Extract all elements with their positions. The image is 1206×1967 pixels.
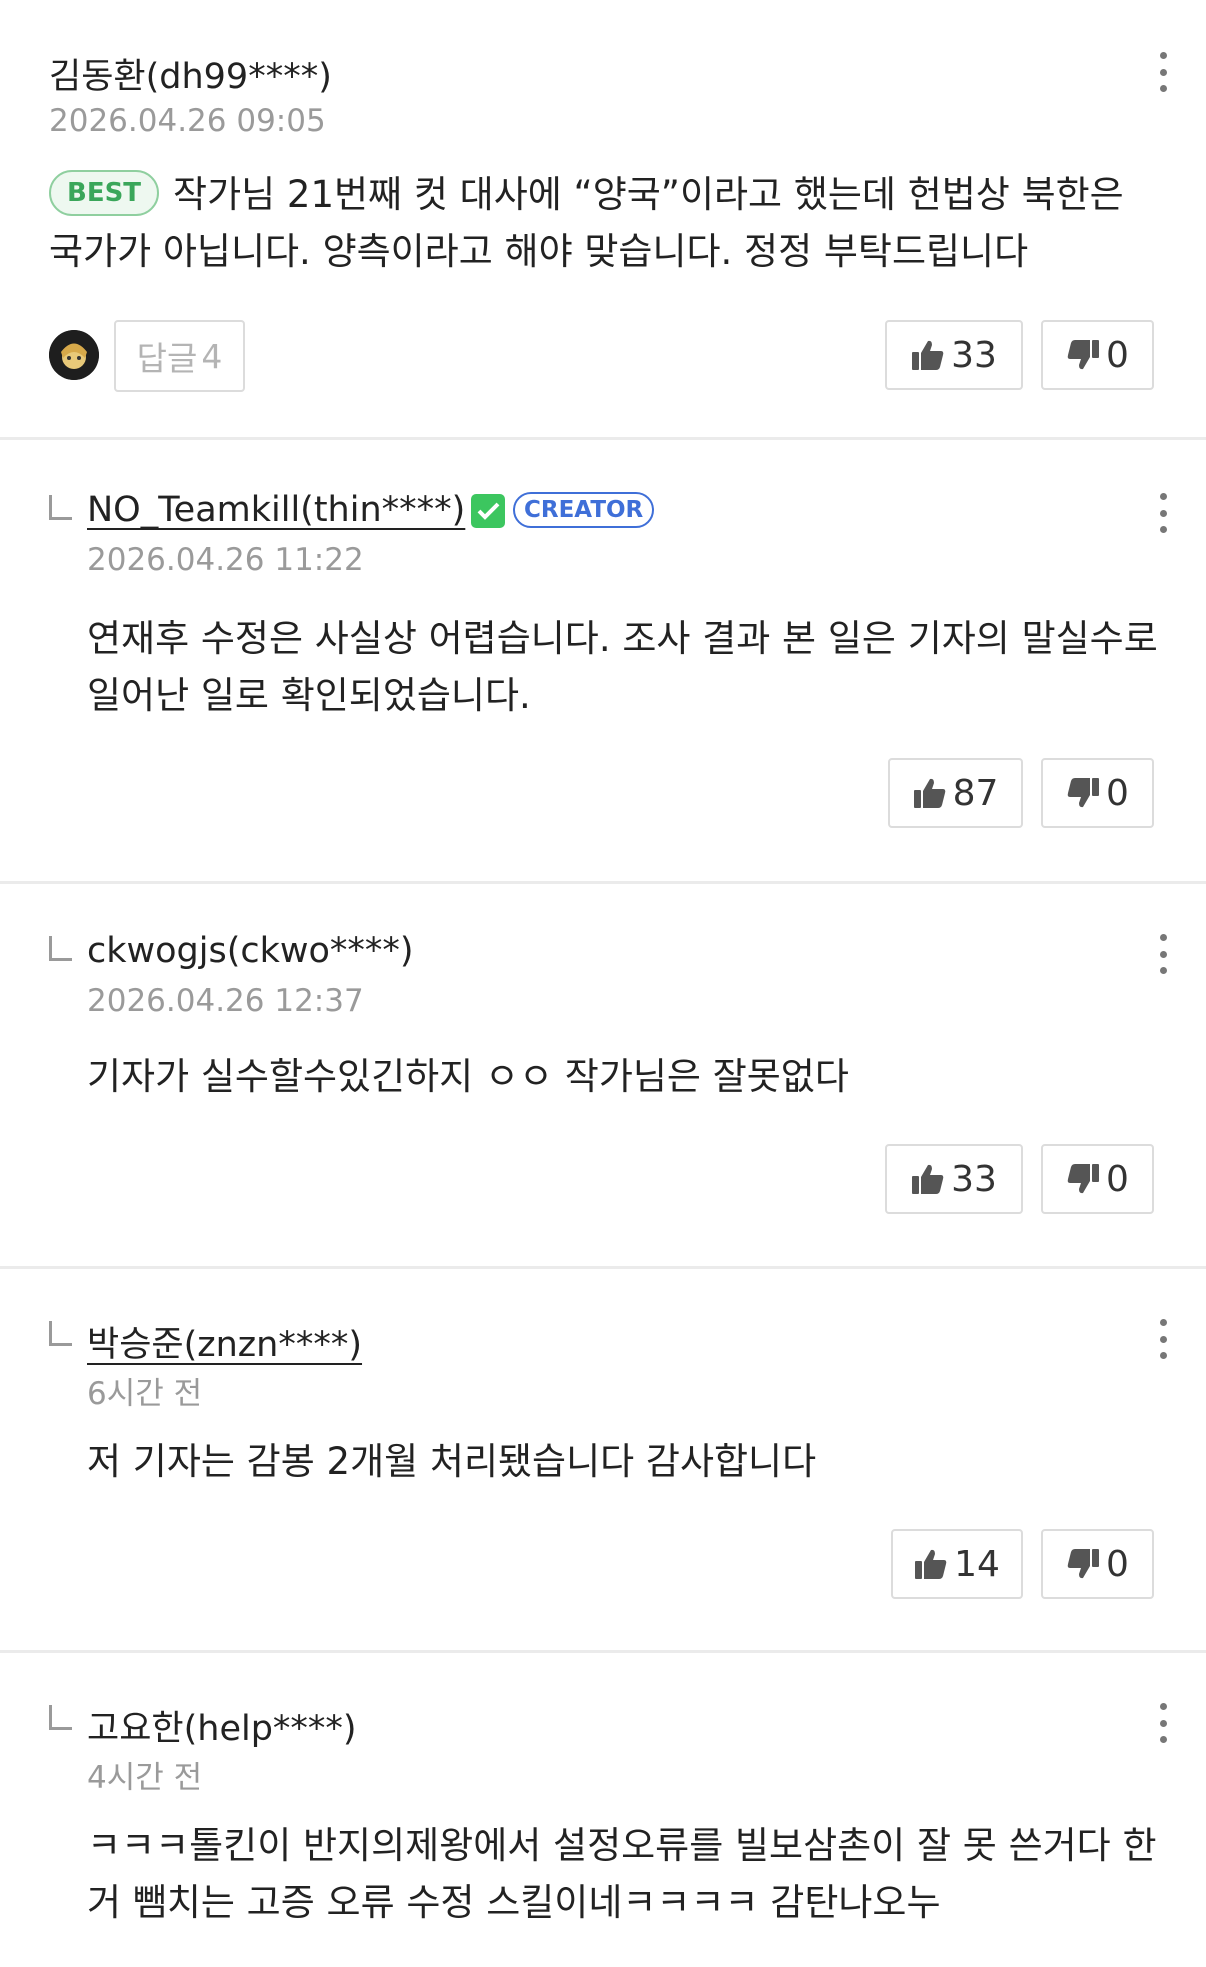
reply-item: NO_Teamkill(thin****) CREATOR 2026.04.26… [0, 440, 1206, 884]
like-button[interactable]: 14 [891, 1529, 1023, 1599]
creator-badge: CREATOR [513, 492, 655, 528]
dislike-count: 0 [1106, 334, 1129, 376]
comment-text: 작가님 21번째 컷 대사에 “양국”이라고 했는데 헌법상 북한은 국가가 아… [49, 173, 1124, 273]
reply-button[interactable]: 답글 4 [114, 320, 245, 392]
reply-item: 박승준(znzn****) 6시간 전 저 기자는 감봉 2개월 처리됐습니다 … [0, 1269, 1206, 1653]
comment-body: 저 기자는 감봉 2개월 처리됐습니다 감사합니다 [87, 1440, 817, 1483]
reply-item: 고요한(help****) 4시간 전 ㅋㅋㅋ톨킨이 반지의제왕에서 설정오류를… [0, 1653, 1206, 1967]
thumbs-up-icon [912, 340, 944, 370]
comment-author[interactable]: ckwogjs(ckwo****) [87, 931, 414, 971]
like-button[interactable]: 33 [885, 1144, 1023, 1214]
comment-date: 2026.04.26 11:22 [87, 542, 364, 578]
comment-date: 6시간 전 [87, 1376, 203, 1412]
like-count: 14 [954, 1543, 1000, 1585]
like-button[interactable]: 87 [888, 758, 1023, 828]
comment-body: BEST 작가님 21번째 컷 대사에 “양국”이라고 했는데 헌법상 북한은 국… [49, 166, 1159, 280]
reply-item: ckwogjs(ckwo****) 2026.04.26 12:37 기자가 실… [0, 884, 1206, 1269]
comment-body: 연재후 수정은 사실상 어렵습니다. 조사 결과 본 일은 기자의 말실수로 일… [87, 617, 1158, 717]
dislike-count: 0 [1106, 1158, 1129, 1200]
more-options-icon[interactable] [1157, 934, 1169, 974]
more-options-icon[interactable] [1157, 1703, 1169, 1743]
thumbs-down-icon [1067, 778, 1100, 808]
thumbs-down-icon [1067, 1164, 1100, 1194]
dislike-button[interactable]: 0 [1041, 1144, 1154, 1214]
comment-date: 4시간 전 [87, 1760, 203, 1796]
reply-indent-icon [49, 1321, 72, 1346]
thumbs-up-icon [912, 1164, 944, 1194]
comment-item: 김동환(dh99****) 2026.04.26 09:05 BEST 작가님 2… [0, 0, 1206, 440]
comment-date: 2026.04.26 12:37 [87, 983, 364, 1019]
dislike-button[interactable]: 0 [1041, 758, 1154, 828]
dislike-button[interactable]: 0 [1041, 1529, 1154, 1599]
like-count: 87 [952, 772, 999, 814]
reply-indent-icon [49, 1705, 72, 1730]
best-badge: BEST [49, 169, 160, 216]
more-options-icon[interactable] [1157, 1319, 1169, 1359]
reply-count: 4 [201, 336, 223, 376]
dislike-count: 0 [1106, 772, 1129, 814]
thumbs-up-icon [913, 778, 945, 808]
verified-check-icon [471, 494, 505, 528]
comment-author[interactable]: 고요한(help****) [87, 1700, 357, 1751]
like-count: 33 [951, 1158, 997, 1200]
thumbs-down-icon [1067, 340, 1100, 370]
reply-label: 답글 [136, 339, 198, 378]
thumbs-down-icon [1067, 1549, 1100, 1579]
more-options-icon[interactable] [1157, 493, 1169, 533]
dislike-count: 0 [1106, 1543, 1129, 1585]
comment-body: 기자가 실수할수있긴하지 ㅇㅇ 작가님은 잘못없다 [87, 1055, 849, 1098]
comment-author[interactable]: 김동환(dh99****) [49, 48, 332, 99]
reply-indent-icon [49, 495, 72, 520]
comment-body: ㅋㅋㅋ톨킨이 반지의제왕에서 설정오류를 빌보삼촌이 잘 못 쓴거다 한 거 뺌… [87, 1824, 1157, 1924]
avatar[interactable] [49, 330, 99, 380]
like-count: 33 [951, 334, 997, 376]
thumbs-up-icon [915, 1549, 947, 1579]
like-button[interactable]: 33 [885, 320, 1023, 390]
avatar-image [49, 330, 99, 380]
comment-author[interactable]: 박승준(znzn****) [87, 1316, 362, 1367]
comment-date: 2026.04.26 09:05 [49, 103, 326, 139]
more-options-icon[interactable] [1157, 52, 1169, 92]
dislike-button[interactable]: 0 [1041, 320, 1154, 390]
comment-author[interactable]: NO_Teamkill(thin****) [87, 490, 465, 530]
reply-indent-icon [49, 936, 72, 961]
